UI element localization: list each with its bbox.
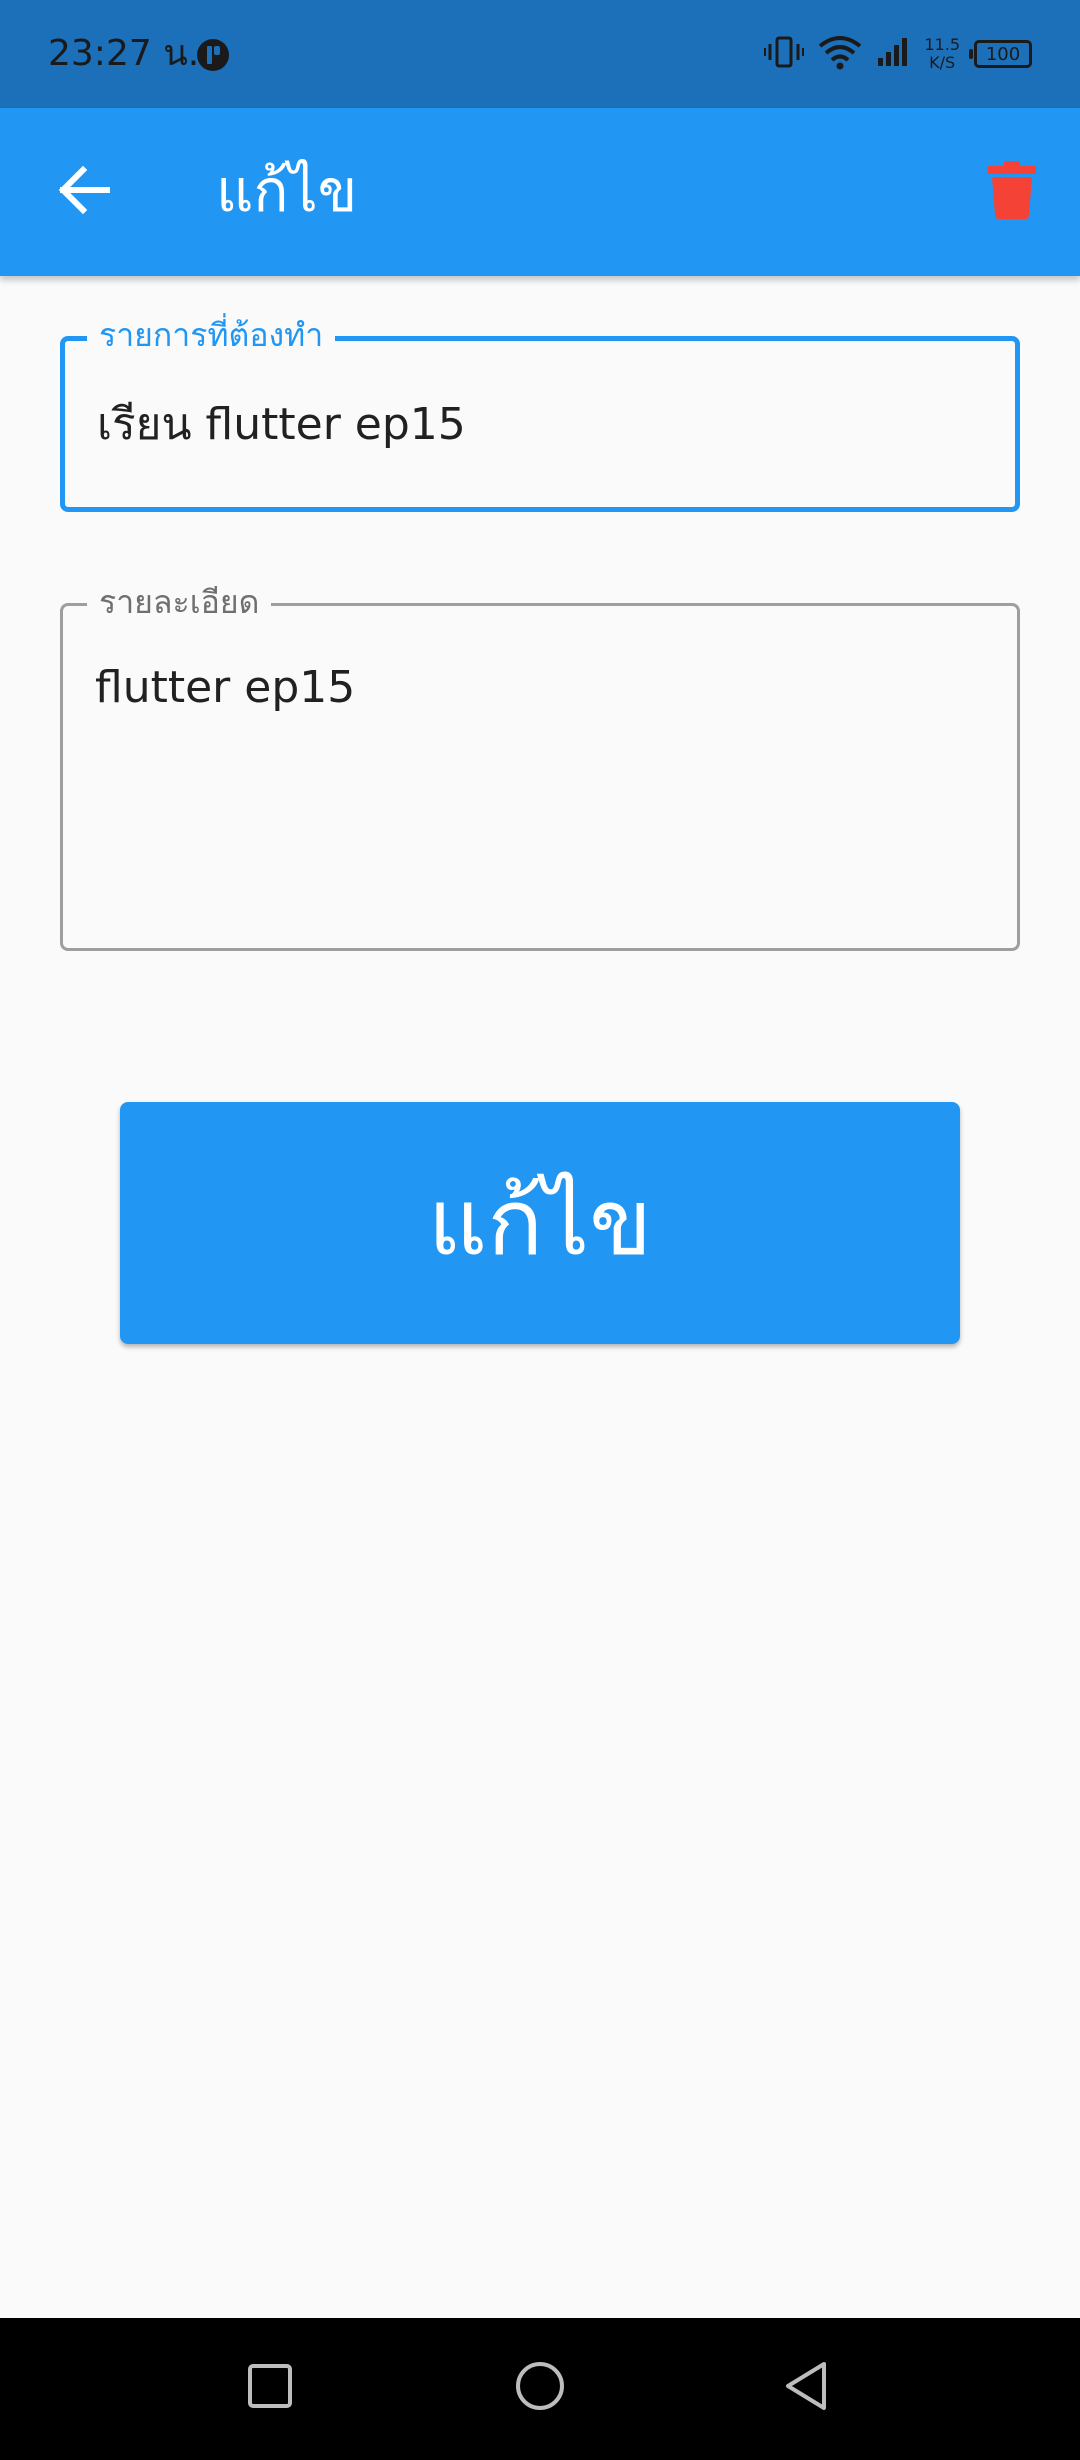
status-time: 23:27 น. [48, 33, 200, 74]
back-nav-button[interactable] [766, 2348, 846, 2428]
network-speed: 11.5 K/S [924, 36, 960, 72]
back-button[interactable] [44, 152, 124, 232]
todo-detail-field[interactable]: รายละเอียด flutter ep15 [60, 580, 1020, 951]
edit-submit-button[interactable]: แก้ไข [120, 1102, 960, 1344]
edit-submit-label: แก้ไข [427, 1169, 653, 1276]
page-title: แก้ไข [216, 157, 358, 225]
vibrate-icon [764, 35, 805, 73]
battery-icon: 100 [969, 40, 1032, 68]
trash-icon [988, 161, 1036, 223]
back-triangle-icon [782, 2360, 830, 2416]
delete-button[interactable] [972, 152, 1052, 232]
todo-title-input[interactable]: เรียน flutter ep15 [97, 395, 466, 455]
todo-title-label: รายการที่ต้องทำ [87, 313, 336, 357]
system-nav-bar [0, 2318, 1080, 2460]
home-button[interactable] [500, 2348, 580, 2428]
recents-button[interactable] [230, 2348, 310, 2428]
network-speed-unit: K/S [929, 53, 956, 72]
network-speed-value: 11.5 [924, 35, 960, 54]
app-bar: แก้ไข [0, 108, 1080, 276]
home-icon [514, 2360, 566, 2416]
todo-title-field[interactable]: รายการที่ต้องทำ เรียน flutter ep15 [60, 313, 1020, 512]
battery-level: 100 [985, 43, 1021, 65]
recents-icon [247, 2363, 293, 2413]
todo-detail-input[interactable]: flutter ep15 [95, 658, 355, 718]
signal-icon [876, 36, 910, 72]
status-icons: 11.5 K/S 100 [764, 28, 1032, 80]
wifi-icon [818, 34, 862, 74]
app-notification-icon [196, 38, 230, 72]
todo-detail-label: รายละเอียด [87, 580, 272, 624]
arrow-back-icon [57, 163, 111, 221]
status-bar: 23:27 น. 11.5 K/S 100 [0, 0, 1080, 108]
